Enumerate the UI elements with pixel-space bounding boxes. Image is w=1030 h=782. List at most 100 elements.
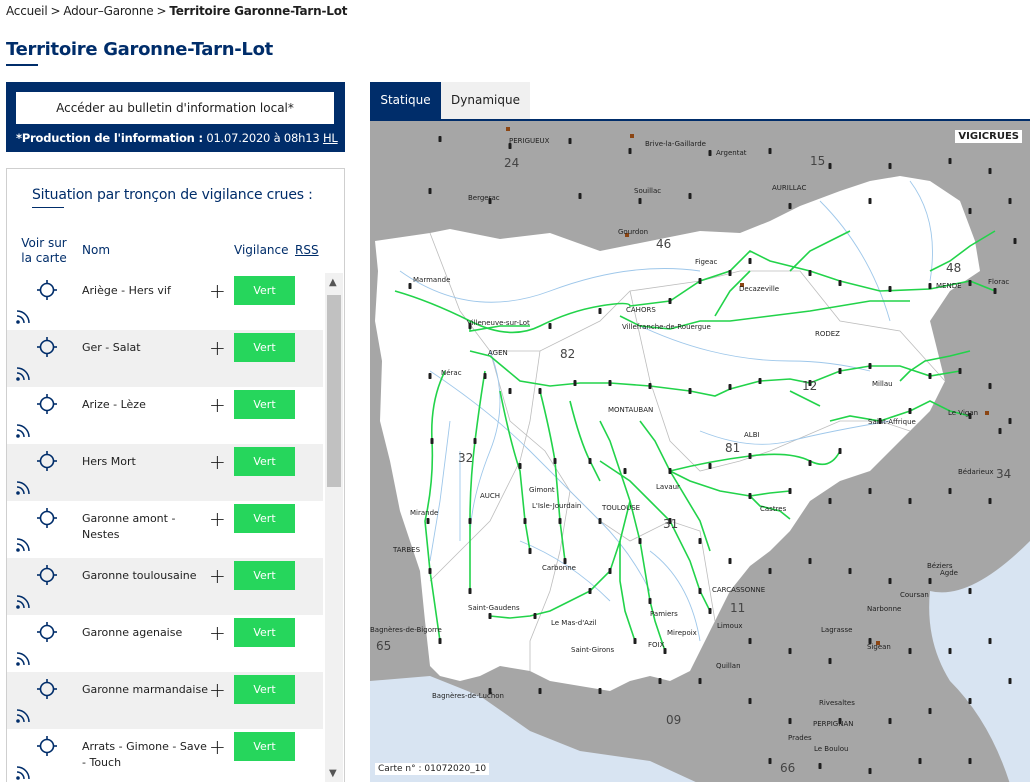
scroll-thumb[interactable] <box>327 295 341 487</box>
rss-icon[interactable] <box>15 763 33 781</box>
column-header-rss[interactable]: RSS <box>295 243 319 258</box>
gauge-marker[interactable] <box>728 384 732 390</box>
gauge-marker[interactable] <box>598 688 602 694</box>
gauge-marker[interactable] <box>888 578 892 584</box>
gauge-marker[interactable] <box>888 163 892 169</box>
gauge-marker[interactable] <box>628 148 632 154</box>
gauge-marker[interactable] <box>558 518 562 524</box>
gauge-marker[interactable] <box>988 168 992 174</box>
expand-plus-icon[interactable]: + <box>209 509 226 529</box>
gauge-marker[interactable] <box>633 638 637 644</box>
gauge-marker[interactable] <box>868 768 872 774</box>
gauge-marker[interactable] <box>1008 678 1012 684</box>
scroll-down-icon[interactable]: ▼ <box>329 768 337 779</box>
breadcrumb-home[interactable]: Accueil <box>6 4 48 18</box>
gauge-marker[interactable] <box>748 258 752 264</box>
gauge-marker[interactable] <box>548 323 552 329</box>
gauge-marker[interactable] <box>848 568 852 574</box>
gauge-marker[interactable] <box>598 518 602 524</box>
gauge-marker[interactable] <box>468 518 472 524</box>
gauge-marker[interactable] <box>788 488 792 494</box>
gauge-marker[interactable] <box>578 193 582 199</box>
gauge-marker[interactable] <box>538 388 542 394</box>
gauge-marker[interactable] <box>928 708 932 714</box>
gauge-marker[interactable] <box>908 648 912 654</box>
gauge-marker[interactable] <box>928 578 932 584</box>
gauge-marker[interactable] <box>428 188 432 194</box>
gauge-marker[interactable] <box>708 608 712 614</box>
gauge-marker[interactable] <box>828 163 832 169</box>
gauge-marker[interactable] <box>698 678 702 684</box>
expand-plus-icon[interactable]: + <box>209 566 226 586</box>
gauge-marker[interactable] <box>648 383 652 389</box>
gauge-marker[interactable] <box>788 648 792 654</box>
gauge-marker[interactable] <box>728 558 732 564</box>
expand-plus-icon[interactable]: + <box>209 737 226 757</box>
expand-plus-icon[interactable]: + <box>209 395 226 415</box>
gauge-marker[interactable] <box>808 558 812 564</box>
gauge-marker[interactable] <box>993 288 997 294</box>
expand-plus-icon[interactable]: + <box>209 680 226 700</box>
gauge-marker[interactable] <box>528 548 532 554</box>
gauge-marker[interactable] <box>748 493 752 499</box>
gauge-marker[interactable] <box>430 438 434 444</box>
gauge-marker[interactable] <box>648 598 652 604</box>
gauge-marker[interactable] <box>598 308 602 314</box>
gauge-marker[interactable] <box>428 568 432 574</box>
gauge-marker[interactable] <box>698 588 702 594</box>
locate-on-map-icon[interactable] <box>37 508 57 528</box>
gauge-marker[interactable] <box>828 498 832 504</box>
gauge-marker[interactable] <box>918 758 922 764</box>
gauge-marker[interactable] <box>768 568 772 574</box>
expand-plus-icon[interactable]: + <box>209 338 226 358</box>
gauge-marker[interactable] <box>698 538 702 544</box>
gauge-marker[interactable] <box>668 468 672 474</box>
rss-icon[interactable] <box>15 421 33 439</box>
rss-icon[interactable] <box>15 478 33 496</box>
gauge-marker[interactable] <box>838 280 842 286</box>
production-timezone[interactable]: HL <box>323 131 338 145</box>
gauge-marker[interactable] <box>708 463 712 469</box>
gauge-marker[interactable] <box>868 363 872 369</box>
list-scrollbar[interactable]: ▲ ▼ <box>325 273 343 782</box>
gauge-marker[interactable] <box>553 458 557 464</box>
gauge-marker[interactable] <box>698 278 702 284</box>
gauge-marker[interactable] <box>828 658 832 664</box>
gauge-marker[interactable] <box>768 148 772 154</box>
gauge-marker[interactable] <box>588 458 592 464</box>
scroll-up-icon[interactable]: ▲ <box>329 277 337 288</box>
gauge-marker[interactable] <box>968 758 972 764</box>
locate-on-map-icon[interactable] <box>37 451 57 471</box>
gauge-marker[interactable] <box>538 688 542 694</box>
locate-on-map-icon[interactable] <box>37 565 57 585</box>
expand-plus-icon[interactable]: + <box>209 452 226 472</box>
tab-statique[interactable]: Statique <box>370 82 441 119</box>
gauge-marker[interactable] <box>638 198 642 204</box>
gauge-marker[interactable] <box>468 588 472 594</box>
gauge-marker[interactable] <box>473 438 477 444</box>
gauge-marker[interactable] <box>688 388 692 394</box>
gauge-marker[interactable] <box>998 428 1002 434</box>
gauge-marker[interactable] <box>438 136 442 142</box>
gauge-marker[interactable] <box>518 463 522 469</box>
gauge-marker[interactable] <box>988 383 992 389</box>
gauge-marker[interactable] <box>438 638 442 644</box>
gauge-marker[interactable] <box>608 568 612 574</box>
locate-on-map-icon[interactable] <box>37 337 57 357</box>
gauge-marker[interactable] <box>523 518 527 524</box>
locate-on-map-icon[interactable] <box>37 394 57 414</box>
gauge-marker[interactable] <box>658 678 662 684</box>
gauge-marker[interactable] <box>948 648 952 654</box>
gauge-marker[interactable] <box>838 368 842 374</box>
gauge-marker[interactable] <box>948 488 952 494</box>
rss-icon[interactable] <box>15 364 33 382</box>
gauge-marker[interactable] <box>818 763 822 769</box>
gauge-marker[interactable] <box>588 588 592 594</box>
gauge-marker[interactable] <box>488 613 492 619</box>
gauge-marker[interactable] <box>708 150 712 156</box>
gauge-marker[interactable] <box>573 380 577 386</box>
gauge-marker[interactable] <box>668 298 672 304</box>
gauge-marker[interactable] <box>968 588 972 594</box>
gauge-marker[interactable] <box>638 538 642 544</box>
expand-plus-icon[interactable]: + <box>209 281 226 301</box>
